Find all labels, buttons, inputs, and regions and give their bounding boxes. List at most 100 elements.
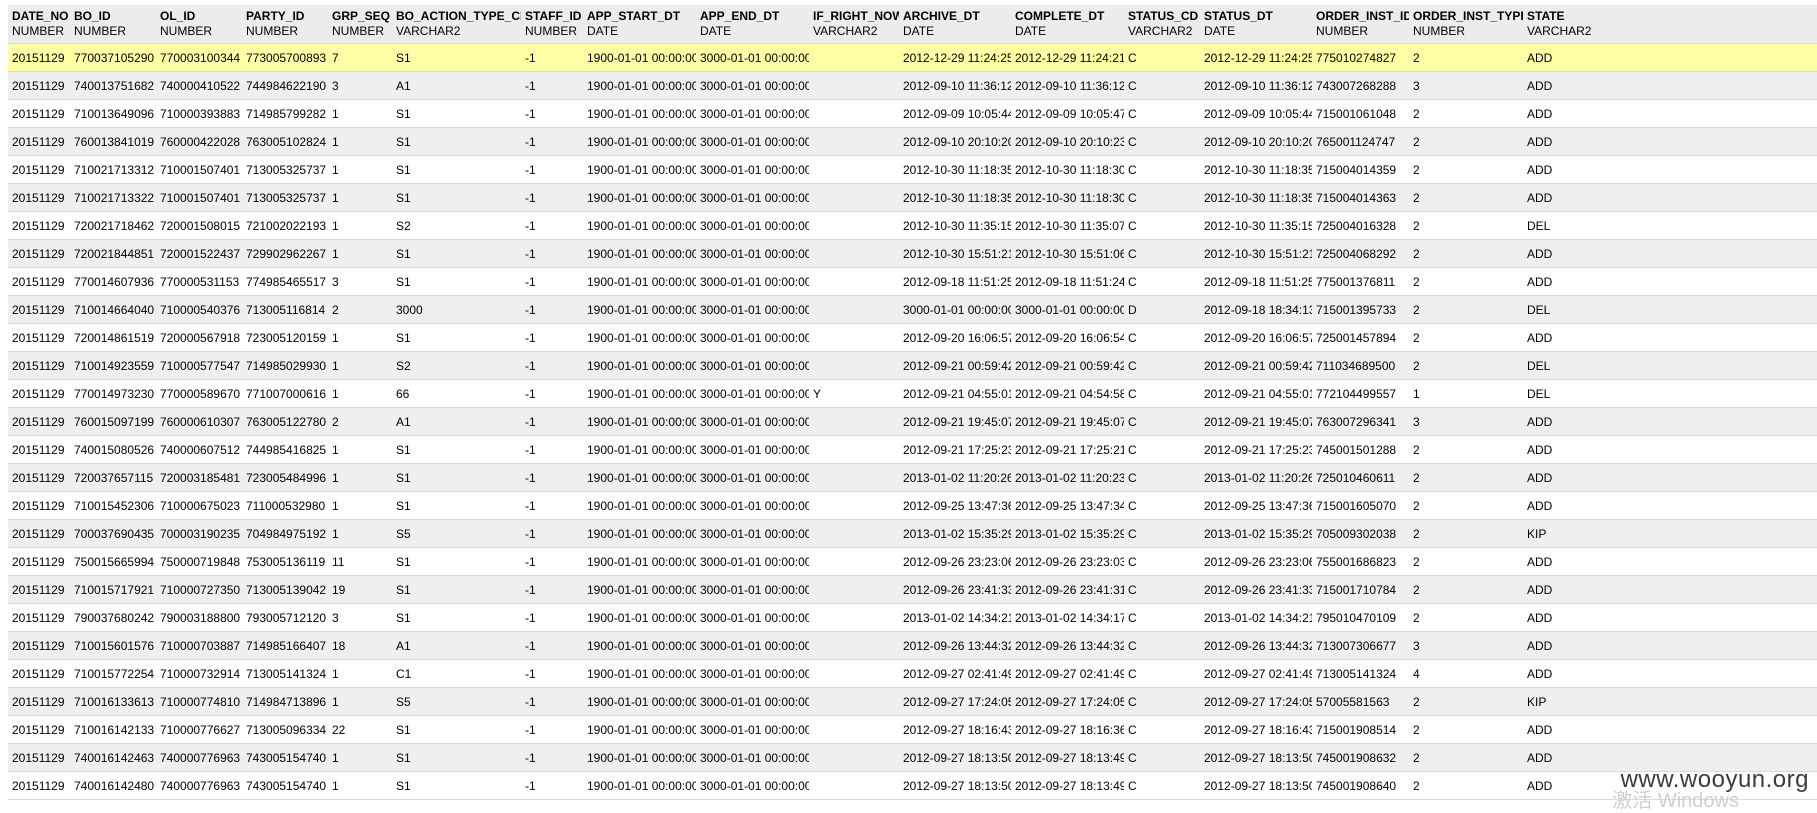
table-cell[interactable]: 2013-01-02 11:20:23 (1011, 463, 1124, 492)
table-cell[interactable]: 744984622190 (242, 71, 328, 100)
table-cell[interactable]: 743007268288 (1312, 71, 1409, 100)
table-cell[interactable]: 3 (328, 267, 392, 296)
table-cell[interactable]: 770003100344 (156, 43, 242, 72)
table-cell[interactable]: 740016142480 (70, 771, 156, 800)
table-cell[interactable]: KIP (1523, 687, 1817, 716)
table-cell[interactable]: 2012-09-21 17:25:23 (899, 435, 1011, 464)
table-cell[interactable]: 2012-09-27 18:16:36 (1011, 715, 1124, 744)
table-cell[interactable]: 760013841019 (70, 127, 156, 156)
table-cell[interactable]: 3000-01-01 00:00:00 (696, 603, 809, 632)
table-cell[interactable]: 713005325737 (242, 155, 328, 184)
table-cell[interactable]: 1900-01-01 00:00:00 (583, 379, 696, 408)
table-cell[interactable]: 3000 (392, 295, 521, 324)
table-cell[interactable]: ADD (1523, 239, 1817, 268)
table-cell[interactable]: A1 (392, 407, 521, 436)
table-cell[interactable]: 20151129 (8, 603, 70, 632)
table-cell[interactable]: S1 (392, 575, 521, 604)
table-cell[interactable]: 1900-01-01 00:00:00 (583, 603, 696, 632)
table-cell[interactable]: 2 (1409, 127, 1523, 156)
table-cell[interactable]: 1 (328, 351, 392, 380)
table-cell[interactable]: 2 (1409, 547, 1523, 576)
table-cell[interactable]: C (1124, 323, 1200, 352)
table-cell[interactable]: 713005141324 (242, 659, 328, 688)
table-cell[interactable]: ADD (1523, 435, 1817, 464)
table-cell[interactable]: 715004014363 (1312, 183, 1409, 212)
table-cell[interactable]: 710021713312 (70, 155, 156, 184)
table-cell[interactable]: 20151129 (8, 575, 70, 604)
table-cell[interactable]: ADD (1523, 491, 1817, 520)
table-cell[interactable] (809, 575, 899, 604)
table-cell[interactable]: ADD (1523, 323, 1817, 352)
column-header[interactable]: DATE_NO NUMBER (8, 5, 70, 44)
table-cell[interactable]: 2012-10-30 15:51:06 (1011, 239, 1124, 268)
table-cell[interactable]: ADD (1523, 267, 1817, 296)
table-cell[interactable]: ADD (1523, 127, 1817, 156)
column-header[interactable]: ARCHIVE_DT DATE (899, 5, 1011, 44)
table-cell[interactable]: 3000-01-01 00:00:00 (696, 155, 809, 184)
table-cell[interactable]: 2012-09-21 04:55:01 (1200, 379, 1312, 408)
table-cell[interactable]: 2012-09-26 23:41:31 (1011, 575, 1124, 604)
table-cell[interactable]: 729902962267 (242, 239, 328, 268)
table-cell[interactable]: 2012-09-26 13:44:32 (1011, 631, 1124, 660)
table-cell[interactable]: 711000532980 (242, 491, 328, 520)
table-cell[interactable]: 700037690435 (70, 519, 156, 548)
column-header[interactable]: APP_START_DT DATE (583, 5, 696, 44)
table-cell[interactable]: -1 (521, 743, 583, 772)
table-cell[interactable]: 1900-01-01 00:00:00 (583, 351, 696, 380)
table-cell[interactable] (809, 491, 899, 520)
table-cell[interactable]: 3000-01-01 00:00:00 (696, 323, 809, 352)
table-cell[interactable]: 2012-09-27 02:41:49 (1200, 659, 1312, 688)
table-cell[interactable] (809, 743, 899, 772)
table-cell[interactable]: 3000-01-01 00:00:00 (696, 43, 809, 72)
table-cell[interactable]: 770000531153 (156, 267, 242, 296)
table-row[interactable]: 20151129 720021844851 720001522437 72990296… (8, 239, 1817, 268)
table-cell[interactable]: 3000-01-01 00:00:00 (696, 267, 809, 296)
table-cell[interactable] (809, 603, 899, 632)
table-cell[interactable]: 2012-09-27 17:24:05 (1011, 687, 1124, 716)
table-cell[interactable]: 3000-01-01 00:00:00 (696, 519, 809, 548)
table-cell[interactable]: 2012-09-21 00:59:42 (1200, 351, 1312, 380)
table-cell[interactable]: S1 (392, 267, 521, 296)
table-cell[interactable]: 22 (328, 715, 392, 744)
table-cell[interactable]: 2012-09-18 18:34:13 (1200, 295, 1312, 324)
table-cell[interactable]: 3 (328, 603, 392, 632)
table-cell[interactable]: -1 (521, 575, 583, 604)
table-cell[interactable]: C (1124, 351, 1200, 380)
table-cell[interactable] (809, 211, 899, 240)
table-row[interactable]: 20151129 710021713312 710001507401 71300532… (8, 155, 1817, 184)
table-cell[interactable]: 1 (328, 127, 392, 156)
table-cell[interactable]: 1900-01-01 00:00:00 (583, 43, 696, 72)
table-cell[interactable]: 1 (328, 771, 392, 800)
table-cell[interactable] (809, 183, 899, 212)
table-cell[interactable]: 2012-09-25 13:47:36 (899, 491, 1011, 520)
table-cell[interactable]: 1 (1409, 379, 1523, 408)
table-row[interactable]: 20151129 710015772254 710000732914 71300514… (8, 659, 1817, 688)
table-cell[interactable]: -1 (521, 491, 583, 520)
table-cell[interactable]: 2012-09-27 02:41:49 (899, 659, 1011, 688)
table-cell[interactable]: 720014861519 (70, 323, 156, 352)
table-cell[interactable]: C1 (392, 659, 521, 688)
column-header[interactable]: STAFF_ID NUMBER (521, 5, 583, 44)
table-cell[interactable]: 1900-01-01 00:00:00 (583, 575, 696, 604)
table-cell[interactable]: 20151129 (8, 295, 70, 324)
table-cell[interactable]: ADD (1523, 407, 1817, 436)
table-cell[interactable]: C (1124, 211, 1200, 240)
table-cell[interactable]: C (1124, 267, 1200, 296)
table-cell[interactable]: 20151129 (8, 715, 70, 744)
table-cell[interactable]: 1 (328, 323, 392, 352)
table-cell[interactable]: C (1124, 715, 1200, 744)
table-cell[interactable]: 1900-01-01 00:00:00 (583, 519, 696, 548)
table-cell[interactable]: 1900-01-01 00:00:00 (583, 155, 696, 184)
table-cell[interactable]: 725010460611 (1312, 463, 1409, 492)
table-cell[interactable]: 2 (328, 407, 392, 436)
table-cell[interactable]: 4 (1409, 659, 1523, 688)
table-cell[interactable]: 744985416825 (242, 435, 328, 464)
table-cell[interactable]: 1900-01-01 00:00:00 (583, 687, 696, 716)
table-cell[interactable] (809, 407, 899, 436)
table-cell[interactable]: 710000703887 (156, 631, 242, 660)
table-cell[interactable]: C (1124, 463, 1200, 492)
table-cell[interactable]: 1 (328, 435, 392, 464)
table-cell[interactable]: C (1124, 659, 1200, 688)
table-cell[interactable]: DEL (1523, 211, 1817, 240)
table-cell[interactable]: 20151129 (8, 463, 70, 492)
